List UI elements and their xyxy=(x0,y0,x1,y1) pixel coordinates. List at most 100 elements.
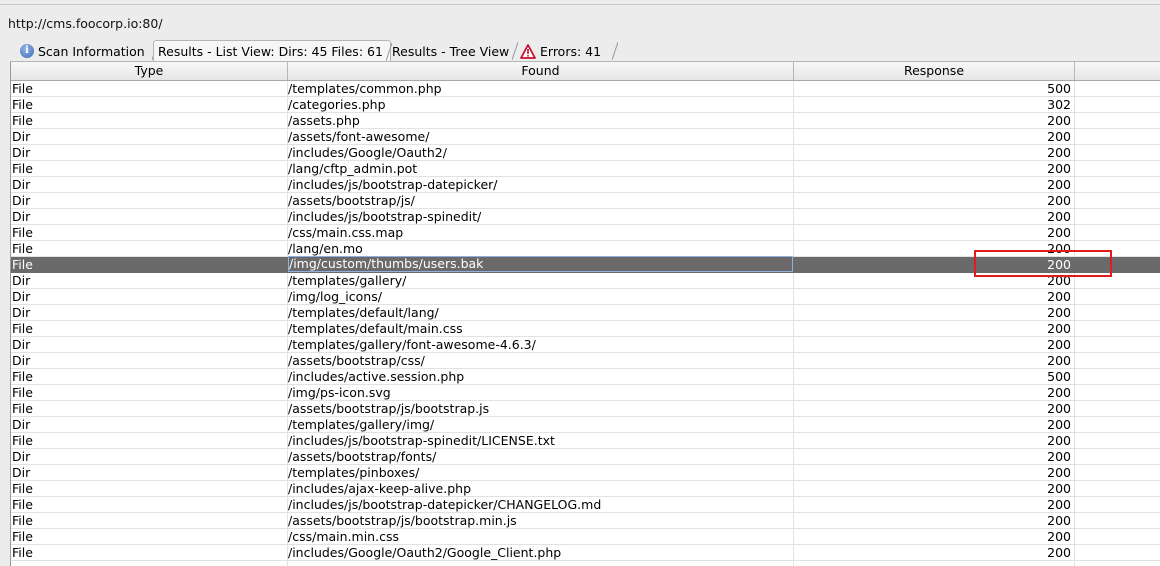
table-row[interactable]: File/templates/default/main.css 200 xyxy=(11,321,1160,337)
table-row[interactable]: Dir/templates/default/lang/200 xyxy=(11,305,1160,321)
row-response-cell: 200 xyxy=(1047,113,1071,128)
table-row[interactable]: Dir/assets/bootstrap/css/200 xyxy=(11,353,1160,369)
tab-label: Scan Information xyxy=(38,43,145,59)
row-found-cell: /templates/gallery/ xyxy=(288,273,407,288)
row-found-cell: /assets.php xyxy=(288,113,360,128)
row-type-cell: Dir xyxy=(12,289,31,304)
table-row[interactable]: File/includes/ajax-keep-alive.php 200 xyxy=(11,481,1160,497)
row-found-cell: /includes/ajax-keep-alive.php xyxy=(288,481,472,496)
dirbuster-window: http://cms.foocorp.io:80/ i Scan Informa… xyxy=(0,0,1160,566)
row-found-cell: /lang/cftp_admin.pot xyxy=(288,161,418,176)
table-row[interactable]: Dir/assets/bootstrap/fonts/200 xyxy=(11,449,1160,465)
row-type-cell: File xyxy=(12,497,33,512)
row-found-cell: /css/main.css.map xyxy=(288,225,404,240)
table-row[interactable]: File/lang/cftp_admin.pot 200 xyxy=(11,161,1160,177)
column-header-response[interactable]: Response xyxy=(794,62,1075,80)
row-type-cell: Dir xyxy=(12,177,31,192)
results-table: Type Found Response File/templates/commo… xyxy=(10,62,1160,566)
row-type-cell: File xyxy=(12,225,33,240)
row-found-cell: /lang/en.mo xyxy=(288,241,363,256)
table-row[interactable]: File/templates/common.php 500 xyxy=(11,81,1160,97)
row-found-cell: /assets/bootstrap/js/bootstrap.js xyxy=(288,401,490,416)
row-response-cell: 302 xyxy=(1047,97,1071,112)
row-response-cell: 200 xyxy=(1047,481,1071,496)
table-row[interactable]: File/includes/active.session.php 500 xyxy=(11,369,1160,385)
column-header-type[interactable]: Type xyxy=(11,62,288,80)
table-row[interactable]: File/assets/bootstrap/js/bootstrap.min.j… xyxy=(11,513,1160,529)
row-found-cell: /categories.php xyxy=(288,97,386,112)
row-found-cell: /css/main.min.css xyxy=(288,529,399,544)
row-response-cell: 200 xyxy=(1047,209,1071,224)
table-row[interactable]: Dir/templates/gallery/img/200 xyxy=(11,417,1160,433)
row-type-cell: File xyxy=(12,97,33,112)
table-row[interactable]: File/includes/js/bootstrap-spinedit/LICE… xyxy=(11,433,1160,449)
table-row[interactable]: File/assets/bootstrap/js/bootstrap.js 200 xyxy=(11,401,1160,417)
row-found-cell: /assets/font-awesome/ xyxy=(288,129,430,144)
row-response-cell: 200 xyxy=(1047,161,1071,176)
row-response-cell: 200 xyxy=(1047,177,1071,192)
row-type-cell: File xyxy=(12,545,33,560)
row-found-cell: /includes/js/bootstrap-spinedit/LICENSE.… xyxy=(288,433,555,448)
table-row[interactable]: File/assets.php 200 xyxy=(11,113,1160,129)
row-found-cell: /img/ps-icon.svg xyxy=(288,385,391,400)
row-type-cell: File xyxy=(12,481,33,496)
row-response-cell: 500 xyxy=(1047,369,1071,384)
row-type-cell: File xyxy=(12,385,33,400)
row-response-cell: 200 xyxy=(1047,337,1071,352)
table-row[interactable]: Dir/templates/gallery/font-awesome-4.6.3… xyxy=(11,337,1160,353)
row-found-cell: /img/custom/thumbs/users.bak xyxy=(288,256,793,272)
row-type-cell: Dir xyxy=(12,273,31,288)
table-row[interactable]: File/img/ps-icon.svg 200 xyxy=(11,385,1160,401)
tab-results-tree-view[interactable]: Results - Tree View xyxy=(388,40,518,62)
row-type-cell: Dir xyxy=(12,417,31,432)
table-row[interactable]: File/includes/Google/Oauth2/Google_Clien… xyxy=(11,545,1160,561)
table-row[interactable]: File/categories.php 302 xyxy=(11,97,1160,113)
row-found-cell: /templates/common.php xyxy=(288,81,442,96)
row-response-cell: 200 xyxy=(1047,417,1071,432)
column-header-found[interactable]: Found xyxy=(288,62,794,80)
table-row[interactable]: File/includes/js/bootstrap-datepicker/CH… xyxy=(11,497,1160,513)
row-response-cell: 200 xyxy=(1047,401,1071,416)
row-type-cell: Dir xyxy=(12,129,31,144)
row-response-cell: 200 xyxy=(1047,513,1071,528)
table-row[interactable]: Dir/includes/js/bootstrap-spinedit/200 xyxy=(11,209,1160,225)
row-type-cell: File xyxy=(12,257,33,272)
row-response-cell: 200 xyxy=(1047,385,1071,400)
row-found-cell: /assets/bootstrap/fonts/ xyxy=(288,449,437,464)
tab-scan-information[interactable]: i Scan Information xyxy=(16,40,158,62)
row-found-cell: /assets/bootstrap/js/bootstrap.min.js xyxy=(288,513,517,528)
row-found-cell: /assets/bootstrap/js/ xyxy=(288,193,415,208)
table-row[interactable]: Dir/assets/font-awesome/200 xyxy=(11,129,1160,145)
row-response-cell: 200 xyxy=(1047,353,1071,368)
top-divider xyxy=(0,4,1160,5)
row-type-cell: File xyxy=(12,369,33,384)
table-row[interactable]: File/css/main.min.css 200 xyxy=(11,529,1160,545)
row-response-cell: 200 xyxy=(1047,449,1071,464)
warning-icon xyxy=(520,43,536,59)
tab-label: Errors: 41 xyxy=(540,43,602,59)
row-type-cell: Dir xyxy=(12,353,31,368)
row-response-cell: 200 xyxy=(1047,465,1071,480)
tab-errors[interactable]: Errors: 41 xyxy=(516,40,618,62)
table-row[interactable]: File/css/main.css.map 200 xyxy=(11,225,1160,241)
row-type-cell: File xyxy=(12,81,33,96)
row-found-cell: /includes/js/bootstrap-datepicker/CHANGE… xyxy=(288,497,602,512)
row-type-cell: File xyxy=(12,433,33,448)
table-row[interactable]: Dir/includes/js/bootstrap-datepicker/200 xyxy=(11,177,1160,193)
highlight-annotation-box xyxy=(974,250,1112,277)
row-response-cell: 200 xyxy=(1047,193,1071,208)
row-type-cell: File xyxy=(12,113,33,128)
row-response-cell: 200 xyxy=(1047,321,1071,336)
target-url: http://cms.foocorp.io:80/ xyxy=(8,16,163,31)
row-found-cell: /includes/Google/Oauth2/ xyxy=(288,145,447,160)
table-row[interactable]: Dir/templates/pinboxes/200 xyxy=(11,465,1160,481)
row-type-cell: Dir xyxy=(12,145,31,160)
tab-label: Results - List View: Dirs: 45 Files: 61 xyxy=(158,44,383,59)
row-found-cell: /templates/pinboxes/ xyxy=(288,465,420,480)
tab-results-list-view[interactable]: Results - List View: Dirs: 45 Files: 61 xyxy=(153,40,392,62)
table-row[interactable]: Dir/includes/Google/Oauth2/200 xyxy=(11,145,1160,161)
table-row[interactable]: Dir/assets/bootstrap/js/200 xyxy=(11,193,1160,209)
row-found-cell: /templates/gallery/font-awesome-4.6.3/ xyxy=(288,337,536,352)
table-row[interactable]: Dir/img/log_icons/200 xyxy=(11,289,1160,305)
row-type-cell: File xyxy=(12,513,33,528)
